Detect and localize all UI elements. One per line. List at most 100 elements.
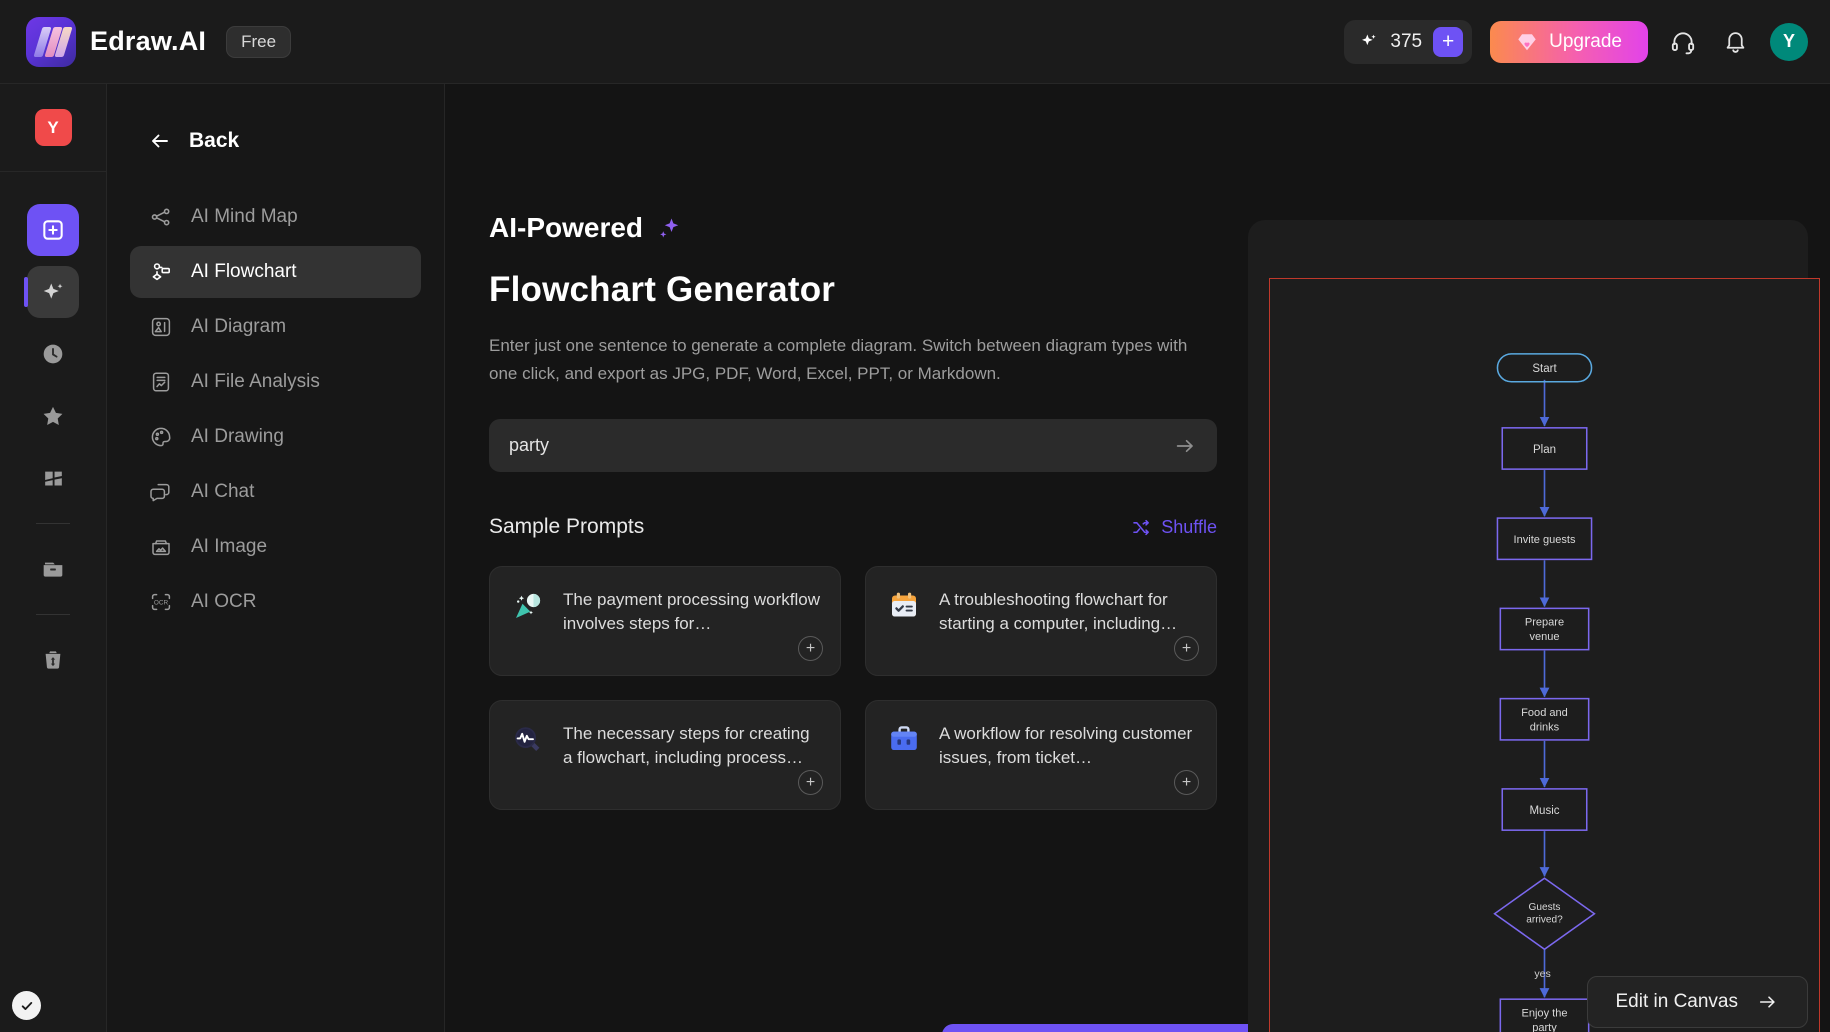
- sample-prompt-card[interactable]: The necessary steps for creating a flowc…: [489, 700, 841, 811]
- credits-count: 375: [1390, 30, 1423, 52]
- icon-rail: Y: [0, 84, 107, 1032]
- image-icon: [148, 534, 174, 560]
- sample-prompt-cards: The payment processing workflow involves…: [489, 566, 1217, 811]
- flowchart-canvas[interactable]: Start Plan Invite guests Prepare venue F…: [1269, 278, 1820, 1032]
- flow-node-enjoy-the-party[interactable]: Enjoy the party: [1499, 998, 1590, 1032]
- sidebar-item-ai-flowchart[interactable]: AI Flowchart: [130, 246, 421, 298]
- trash-icon: [40, 647, 66, 673]
- flow-node-invite-guests[interactable]: Invite guests: [1496, 517, 1593, 561]
- sidebar-item-ai-diagram[interactable]: AI Diagram: [130, 301, 421, 353]
- sidebar-item-label: AI OCR: [191, 591, 257, 612]
- sidebar-item-label: AI Drawing: [191, 426, 284, 447]
- sample-prompt-card[interactable]: The payment processing workflow involves…: [489, 566, 841, 677]
- sidebar-menu: Back AI Mind Map AI Flowchart AI Diagram…: [107, 84, 445, 1032]
- rail-items: [0, 172, 106, 686]
- sample-prompt-card[interactable]: A troubleshooting flowchart for starting…: [865, 566, 1217, 677]
- rail-item-recent[interactable]: [27, 328, 79, 380]
- sidebar-item-label: AI Image: [191, 536, 268, 557]
- headset-icon: [1670, 29, 1696, 55]
- main-panel: AI-Powered Flowchart Generator Enter jus…: [445, 84, 1830, 1032]
- workspace-badge[interactable]: Y: [34, 109, 72, 146]
- ocr-icon: OCR: [148, 589, 174, 615]
- mindmap-icon: [148, 204, 174, 230]
- svg-text:arrived?: arrived?: [1526, 914, 1563, 925]
- diagram-icon: [148, 314, 174, 340]
- sidebar-item-ai-chat[interactable]: AI Chat: [130, 466, 421, 518]
- avatar[interactable]: Y: [1770, 22, 1808, 61]
- sample-prompt-text: A workflow for resolving customer issues…: [939, 724, 1193, 768]
- star-icon: [40, 403, 66, 429]
- rail-divider-2: [36, 614, 70, 615]
- eyebrow-label: AI-Powered: [489, 212, 644, 243]
- credits-widget[interactable]: 375 +: [1344, 19, 1473, 64]
- flow-node-start[interactable]: Start: [1496, 353, 1593, 383]
- sample-prompts-title: Sample Prompts: [489, 515, 645, 539]
- svg-text:drinks: drinks: [1530, 721, 1560, 733]
- flow-edge-label: yes: [1534, 968, 1550, 980]
- sidebar-item-ai-drawing[interactable]: AI Drawing: [130, 411, 421, 463]
- sidebar-item-ai-ocr[interactable]: OCR AI OCR: [130, 576, 421, 628]
- arrow-right-icon: [1755, 991, 1780, 1013]
- sidebar-item-label: AI Flowchart: [191, 261, 297, 282]
- prompt-input[interactable]: party: [489, 419, 1217, 473]
- brand-name: Edraw.AI: [90, 26, 207, 56]
- rail-item-trash[interactable]: [27, 634, 79, 686]
- svg-text:venue: venue: [1529, 631, 1559, 643]
- plan-badge: Free: [226, 25, 292, 58]
- preview-panel: Start Plan Invite guests Prepare venue F…: [1248, 220, 1820, 1032]
- back-button[interactable]: Back: [130, 84, 421, 191]
- svg-text:Enjoy the: Enjoy the: [1522, 1007, 1568, 1019]
- flow-node-food-and-drinks[interactable]: Food and drinks: [1499, 697, 1590, 741]
- rail-item-new-document[interactable]: [27, 204, 79, 256]
- sample-prompt-text: The necessary steps for creating a flowc…: [563, 724, 810, 768]
- rail-item-favorites[interactable]: [27, 390, 79, 442]
- sidebar-item-ai-image[interactable]: AI Image: [130, 521, 421, 573]
- layout-icon: [41, 466, 66, 491]
- rail-item-ai-tools[interactable]: [24, 266, 79, 318]
- flow-node-plan[interactable]: Plan: [1501, 427, 1588, 470]
- party-popper-icon: [509, 587, 547, 625]
- edit-in-canvas-button[interactable]: Edit in Canvas: [1587, 976, 1808, 1028]
- flow-node-label: Start: [1532, 363, 1557, 375]
- page-description: Enter just one sentence to generate a co…: [489, 336, 1188, 383]
- sample-prompts-header: Sample Prompts Shuffle: [489, 515, 1217, 539]
- sidebar-item-label: AI Chat: [191, 481, 255, 502]
- sidebar-item-label: AI File Analysis: [191, 371, 320, 392]
- notifications-button[interactable]: [1718, 25, 1752, 59]
- upgrade-label: Upgrade: [1549, 30, 1622, 52]
- shuffle-button[interactable]: Shuffle: [1131, 517, 1217, 538]
- palette-icon: [148, 424, 174, 450]
- prompt-input-value[interactable]: party: [509, 435, 1173, 456]
- sparkle-icon: [654, 213, 684, 243]
- checklist-calendar-icon: [885, 587, 923, 625]
- flow-node-label: Music: [1529, 805, 1559, 817]
- sidebar-item-ai-mind-map[interactable]: AI Mind Map: [130, 191, 421, 243]
- brand[interactable]: Edraw.AI Free: [26, 16, 292, 67]
- sample-prompt-card[interactable]: A workflow for resolving customer issues…: [865, 700, 1217, 811]
- rail-item-folders[interactable]: [27, 543, 79, 595]
- flow-node-prepare-venue[interactable]: Prepare venue: [1499, 607, 1590, 651]
- sidebar-item-ai-file-analysis[interactable]: AI File Analysis: [130, 356, 421, 408]
- chat-icon: [148, 479, 174, 505]
- sidebar-item-label: AI Mind Map: [191, 206, 298, 227]
- page-title: Flowchart Generator: [489, 270, 836, 309]
- add-credits-button[interactable]: +: [1433, 26, 1464, 57]
- sample-prompt-text: A troubleshooting flowchart for starting…: [939, 590, 1178, 634]
- verified-badge-icon: [12, 991, 41, 1020]
- upgrade-button[interactable]: Upgrade: [1490, 20, 1648, 63]
- support-button[interactable]: [1666, 25, 1700, 59]
- arrow-left-icon: [148, 129, 172, 153]
- clock-icon: [40, 341, 66, 367]
- submit-arrow-icon[interactable]: [1173, 434, 1197, 458]
- sparkle-icon: [1359, 32, 1379, 52]
- sparkle-icon: [40, 279, 67, 306]
- briefcase-icon: [885, 721, 923, 759]
- generator-form: AI-Powered Flowchart Generator Enter jus…: [489, 212, 1217, 811]
- flow-node-music[interactable]: Music: [1501, 788, 1588, 831]
- app-root: Edraw.AI Free 375 + Upgrade Y Y Back AI …: [0, 0, 1830, 1032]
- rail-header: Y: [0, 84, 106, 172]
- folder-icon: [40, 556, 66, 582]
- diamond-icon: [1516, 31, 1538, 53]
- rail-item-templates[interactable]: [27, 452, 79, 504]
- edraw-logo-icon: [26, 16, 76, 67]
